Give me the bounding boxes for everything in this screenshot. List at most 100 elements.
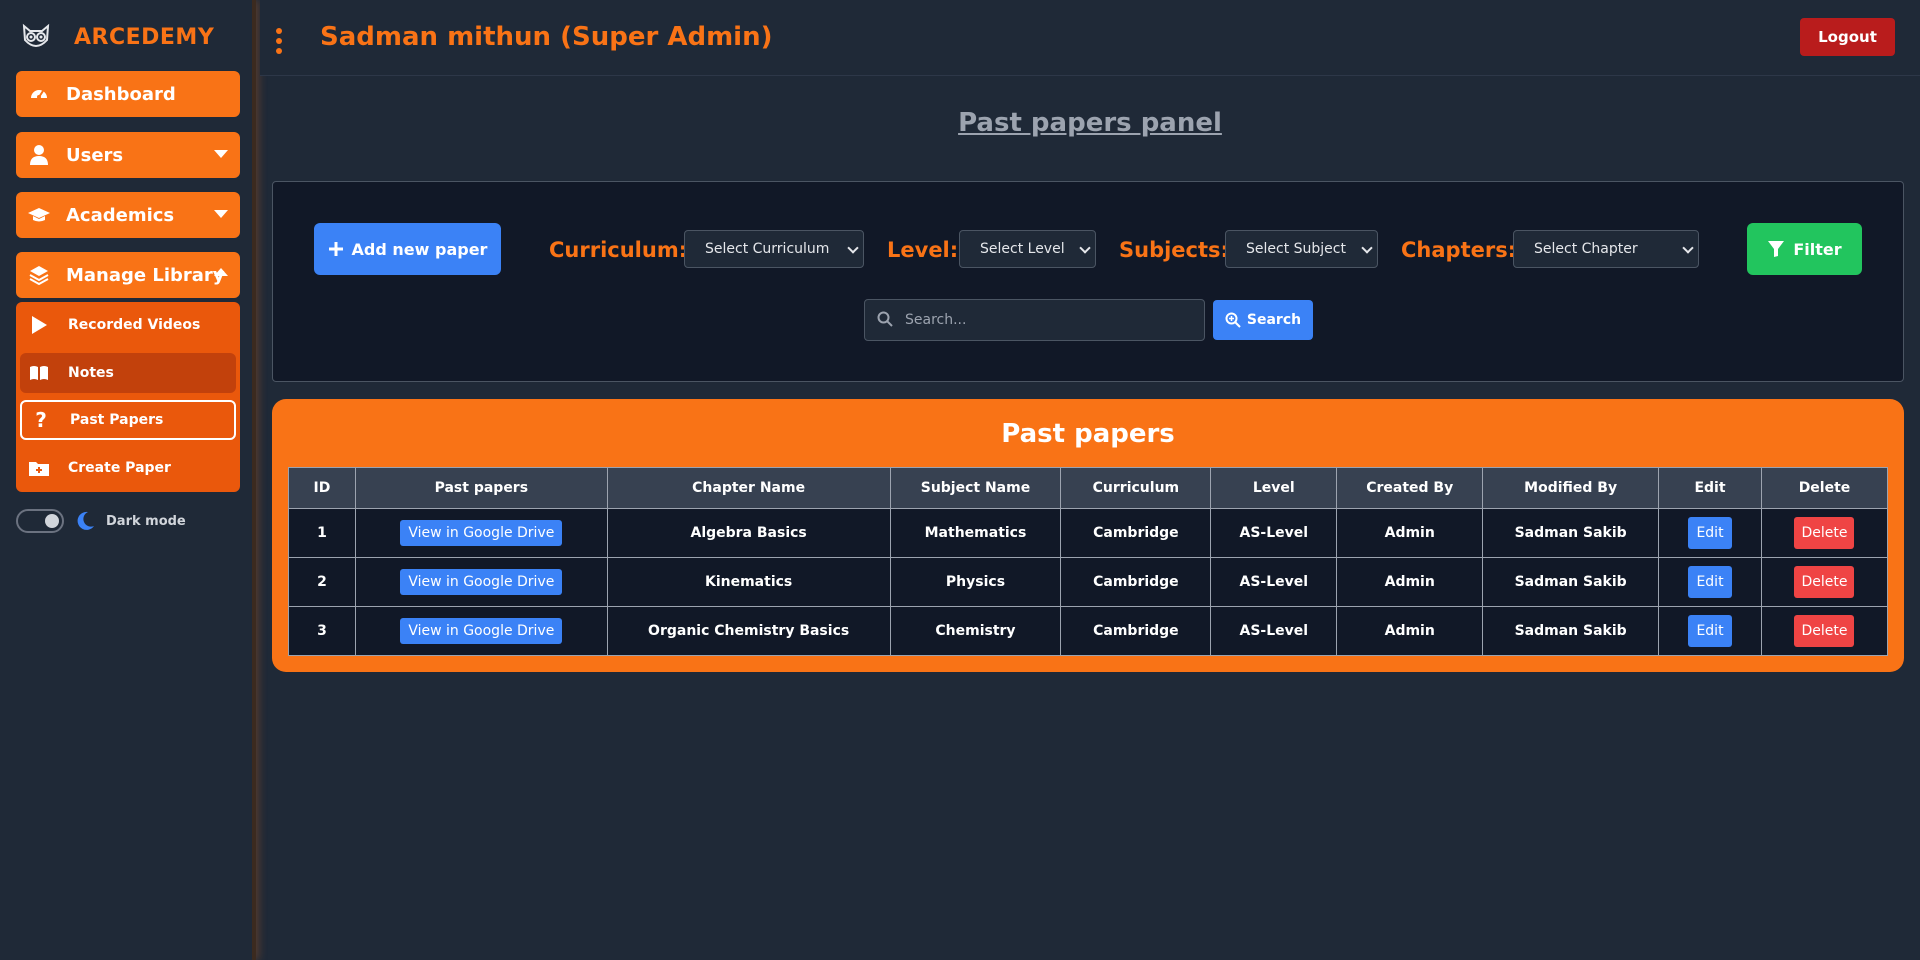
book-open-icon	[28, 362, 50, 384]
chevron-up-icon	[214, 268, 228, 276]
view-google-drive-button[interactable]: View in Google Drive	[400, 569, 563, 595]
gauge-icon	[28, 83, 50, 105]
chevron-down-icon	[847, 242, 859, 254]
cell-link: View in Google Drive	[354, 508, 608, 558]
delete-button[interactable]: Delete	[1794, 615, 1855, 647]
add-paper-button[interactable]: Add new paper	[314, 223, 501, 275]
column-header: Curriculum	[1060, 467, 1212, 509]
admin-title: Sadman mithun (Super Admin)	[320, 22, 773, 52]
delete-button[interactable]: Delete	[1794, 566, 1855, 598]
submenu-item-label: Create Paper	[68, 460, 171, 476]
chevron-down-icon	[1079, 242, 1091, 254]
chevron-down-icon	[1361, 242, 1373, 254]
subject-select[interactable]: Select Subject	[1225, 230, 1378, 268]
subjects-label: Subjects:	[1119, 238, 1229, 262]
funnel-icon	[1768, 241, 1785, 257]
cell-modified-by: Sadman Sakib	[1482, 557, 1660, 607]
sidebar-item-label: Users	[66, 144, 124, 166]
column-header: Level	[1210, 467, 1338, 509]
play-icon	[28, 314, 50, 336]
submenu-item-past-papers[interactable]: ? Past Papers	[20, 400, 236, 440]
cell-chapter: Organic Chemistry Basics	[606, 606, 891, 656]
chevron-down-icon	[1682, 242, 1694, 254]
filter-panel: Add new paper Curriculum: Select Curricu…	[272, 181, 1904, 382]
table-title: Past papers	[1001, 419, 1175, 449]
column-header: Created By	[1336, 467, 1484, 509]
search-input[interactable]	[905, 300, 1195, 340]
submenu-item-recorded-videos[interactable]: Recorded Videos	[20, 305, 236, 345]
search-icon	[877, 311, 893, 327]
cell-id: 3	[288, 606, 356, 656]
past-papers-card: Past papers ID Past papers Chapter Name …	[272, 399, 1904, 672]
column-header: Edit	[1658, 467, 1762, 509]
submenu-item-notes[interactable]: Notes	[20, 353, 236, 393]
cell-chapter: Algebra Basics	[606, 508, 891, 558]
chapter-select[interactable]: Select Chapter	[1513, 230, 1699, 268]
cell-edit: Edit	[1658, 508, 1762, 558]
user-icon	[28, 144, 50, 166]
cell-created-by: Admin	[1336, 606, 1484, 656]
table-row: 3 View in Google Drive Organic Chemistry…	[288, 606, 1889, 656]
level-select-value: Select Level	[980, 241, 1065, 257]
folder-plus-icon	[28, 457, 50, 479]
edit-button[interactable]: Edit	[1688, 566, 1733, 598]
level-select[interactable]: Select Level	[959, 230, 1096, 268]
brand[interactable]: ARCEDEMY	[20, 22, 214, 52]
view-google-drive-button[interactable]: View in Google Drive	[400, 520, 563, 546]
submenu-item-label: Recorded Videos	[68, 317, 201, 333]
cell-edit: Edit	[1658, 606, 1762, 656]
column-header: ID	[288, 467, 356, 509]
view-google-drive-button[interactable]: View in Google Drive	[400, 618, 563, 644]
cell-edit: Edit	[1658, 557, 1762, 607]
cell-delete: Delete	[1760, 606, 1889, 656]
edit-button[interactable]: Edit	[1688, 615, 1733, 647]
graduation-cap-icon	[28, 204, 50, 226]
cell-id: 2	[288, 557, 356, 607]
sidebar-item-manage-library[interactable]: Manage Library	[16, 252, 240, 298]
sidebar-item-label: Dashboard	[66, 83, 176, 105]
delete-button[interactable]: Delete	[1794, 517, 1855, 549]
submenu-item-label: Past Papers	[70, 412, 164, 428]
search-button[interactable]: Search	[1213, 300, 1313, 340]
sidebar-item-dashboard[interactable]: Dashboard	[16, 71, 240, 117]
table-row: 1 View in Google Drive Algebra Basics Ma…	[288, 508, 1889, 558]
cell-delete: Delete	[1760, 508, 1889, 558]
moon-icon	[77, 511, 94, 530]
chevron-down-icon	[214, 150, 228, 158]
edit-button[interactable]: Edit	[1688, 517, 1733, 549]
kebab-menu-icon[interactable]	[275, 28, 283, 54]
column-header: Subject Name	[889, 467, 1062, 509]
submenu-item-create-paper[interactable]: Create Paper	[20, 448, 236, 488]
cell-curriculum: Cambridge	[1060, 557, 1212, 607]
search-label: Search	[1246, 312, 1302, 328]
level-label: Level:	[887, 238, 959, 262]
brand-name: ARCEDEMY	[74, 24, 215, 50]
column-header: Delete	[1760, 467, 1889, 509]
curriculum-select[interactable]: Select Curriculum	[684, 230, 864, 268]
filter-label: Filter	[1793, 239, 1842, 259]
submenu-item-label: Notes	[68, 365, 114, 381]
column-header: Chapter Name	[606, 467, 891, 509]
subject-select-value: Select Subject	[1246, 241, 1346, 257]
sidebar-item-users[interactable]: Users	[16, 132, 240, 178]
add-paper-label: Add new paper	[351, 239, 488, 259]
dark-mode-label: Dark mode	[106, 513, 186, 529]
dark-mode-toggle[interactable]	[16, 509, 64, 533]
cell-subject: Physics	[889, 557, 1062, 607]
filter-button[interactable]: Filter	[1747, 223, 1862, 275]
sidebar-item-label: Manage Library	[66, 264, 225, 286]
dark-mode-row: Dark mode	[16, 509, 186, 533]
table-header-row: ID Past papers Chapter Name Subject Name…	[288, 467, 1889, 509]
search-box	[864, 299, 1205, 341]
sidebar: ARCEDEMY Dashboard Users Academics Manag…	[0, 0, 256, 960]
layers-icon	[28, 264, 50, 286]
sidebar-item-academics[interactable]: Academics	[16, 192, 240, 238]
sidebar-item-label: Academics	[66, 204, 175, 226]
plus-icon	[328, 242, 343, 256]
logout-button[interactable]: Logout	[1800, 18, 1895, 56]
chevron-down-icon	[214, 210, 228, 218]
library-submenu: Recorded Videos Notes ? Past Papers Crea…	[16, 302, 240, 492]
cell-level: AS-Level	[1210, 508, 1338, 558]
curriculum-select-value: Select Curriculum	[705, 241, 830, 257]
table-row: 2 View in Google Drive Kinematics Physic…	[288, 557, 1889, 607]
